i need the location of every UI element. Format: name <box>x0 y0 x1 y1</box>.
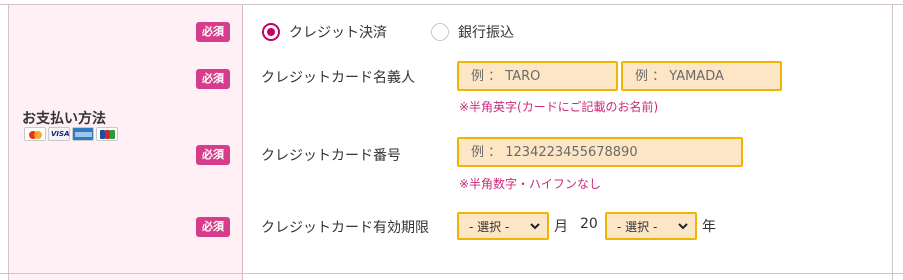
visa-icon-text: VISA <box>51 130 70 138</box>
chevron-down-icon <box>530 223 540 230</box>
cardholder-label: クレジットカード名義人 <box>261 70 415 86</box>
mastercard-icon <box>24 127 46 141</box>
label-column-next-row <box>8 274 243 280</box>
card-number-label: クレジットカード番号 <box>261 148 401 164</box>
radio-option-credit[interactable]: クレジット決済 <box>262 22 387 42</box>
radio-bank-label: 銀行振込 <box>458 25 514 41</box>
expiry-year-select-value: - 選択 - <box>617 219 658 234</box>
card-number-note: ※半角数字・ハイフンなし <box>459 177 602 191</box>
chevron-down-icon <box>678 223 688 230</box>
card-brand-logos: VISA <box>24 127 118 141</box>
required-badge-cardholder: 必須 <box>196 69 230 89</box>
left-border <box>8 4 9 280</box>
amex-icon <box>72 127 94 141</box>
required-badge-method: 必須 <box>196 22 230 42</box>
expiry-year-select[interactable]: - 選択 - <box>605 212 697 240</box>
radio-credit-label: クレジット決済 <box>289 25 387 41</box>
year-unit: 年 <box>702 219 716 235</box>
cardholder-first-name-input[interactable] <box>457 61 618 91</box>
required-badge-card-number: 必須 <box>196 145 230 165</box>
year-prefix: 20 <box>580 216 598 232</box>
cardholder-note: ※半角英字(カードにご記載のお名前) <box>459 100 659 114</box>
payment-method-heading: お支払い方法 <box>22 111 106 127</box>
expiry-month-select-value: - 選択 - <box>469 219 510 234</box>
payment-form: お支払い方法 VISA 必須 必須 必須 必須 クレジット決済 銀行振込 クレジ… <box>0 0 903 280</box>
radio-credit-checked[interactable] <box>262 23 280 41</box>
radio-bank-unchecked[interactable] <box>431 23 449 41</box>
radio-option-bank[interactable]: 銀行振込 <box>431 22 514 42</box>
payment-method-options: クレジット決済 銀行振込 <box>262 22 558 42</box>
cardholder-last-name-input[interactable] <box>621 61 782 91</box>
expiry-label: クレジットカード有効期限 <box>261 220 429 236</box>
bottom-divider <box>0 273 903 274</box>
expiry-month-select[interactable]: - 選択 - <box>457 212 549 240</box>
required-badge-expiry: 必須 <box>196 217 230 237</box>
top-divider <box>0 4 903 5</box>
month-unit: 月 <box>554 219 568 235</box>
jcb-icon <box>96 127 118 141</box>
card-number-input[interactable] <box>457 137 743 167</box>
visa-icon: VISA <box>48 127 70 141</box>
right-border <box>892 4 893 280</box>
